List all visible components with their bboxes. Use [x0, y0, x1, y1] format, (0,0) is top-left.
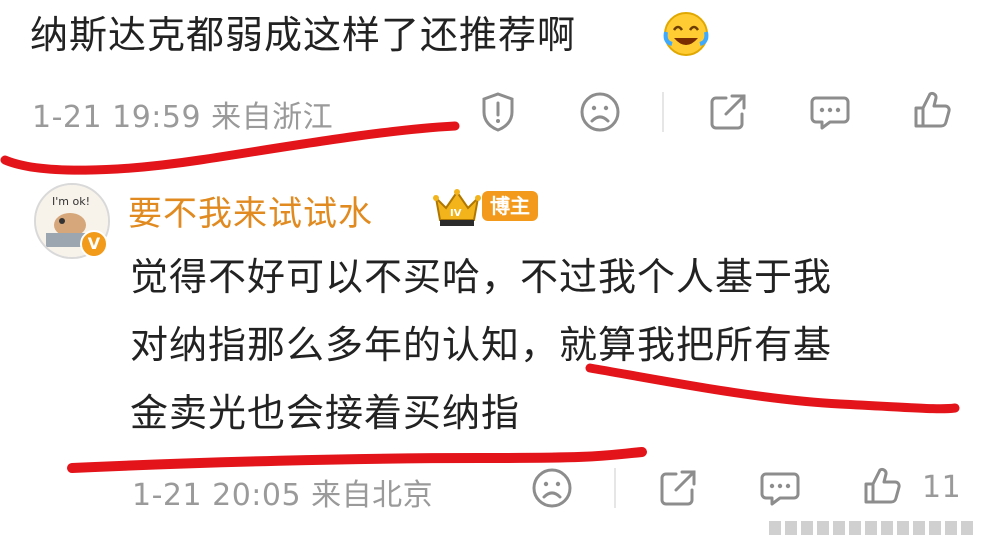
comment-1-text: 纳斯达克都弱成这样了还推荐啊: [30, 13, 577, 57]
shield-icon[interactable]: [476, 90, 520, 134]
thumbs-up-icon[interactable]: [860, 464, 904, 508]
crown-icon: IV: [432, 186, 482, 228]
sad-face-icon[interactable]: [578, 90, 622, 134]
comment-2-line-1: 觉得不好可以不买哈，不过我个人基于我: [130, 255, 833, 299]
share-icon[interactable]: [706, 90, 750, 134]
watermark: [769, 521, 973, 535]
thumbs-up-icon[interactable]: [910, 88, 954, 132]
v-badge-icon: V: [80, 230, 108, 258]
author-badge: 博主: [482, 191, 538, 221]
username[interactable]: 要不我来试试水: [128, 186, 373, 235]
like-count: 11: [922, 470, 962, 505]
sad-face-icon[interactable]: [530, 466, 574, 510]
comment-2-meta: 1-21 20:05 来自北京: [132, 478, 434, 513]
comment-icon[interactable]: [758, 466, 802, 510]
svg-text:IV: IV: [450, 208, 462, 219]
svg-text:I'm ok!: I'm ok!: [52, 195, 90, 208]
comment-icon[interactable]: [808, 90, 852, 134]
divider: [614, 468, 616, 508]
comment-2-text: 觉得不好可以不买哈，不过我个人基于我 对纳指那么多年的认知，就算我把所有基 金卖…: [130, 250, 832, 440]
comment-1-meta: 1-21 19:59 来自浙江: [32, 100, 334, 135]
comment-2-line-2: 对纳指那么多年的认知，就算我把所有基: [130, 323, 833, 367]
laughing-crying-emoji-icon: [662, 10, 710, 58]
share-icon[interactable]: [656, 466, 700, 510]
comment-2-line-3: 金卖光也会接着买纳指: [130, 391, 521, 435]
divider: [662, 92, 664, 132]
